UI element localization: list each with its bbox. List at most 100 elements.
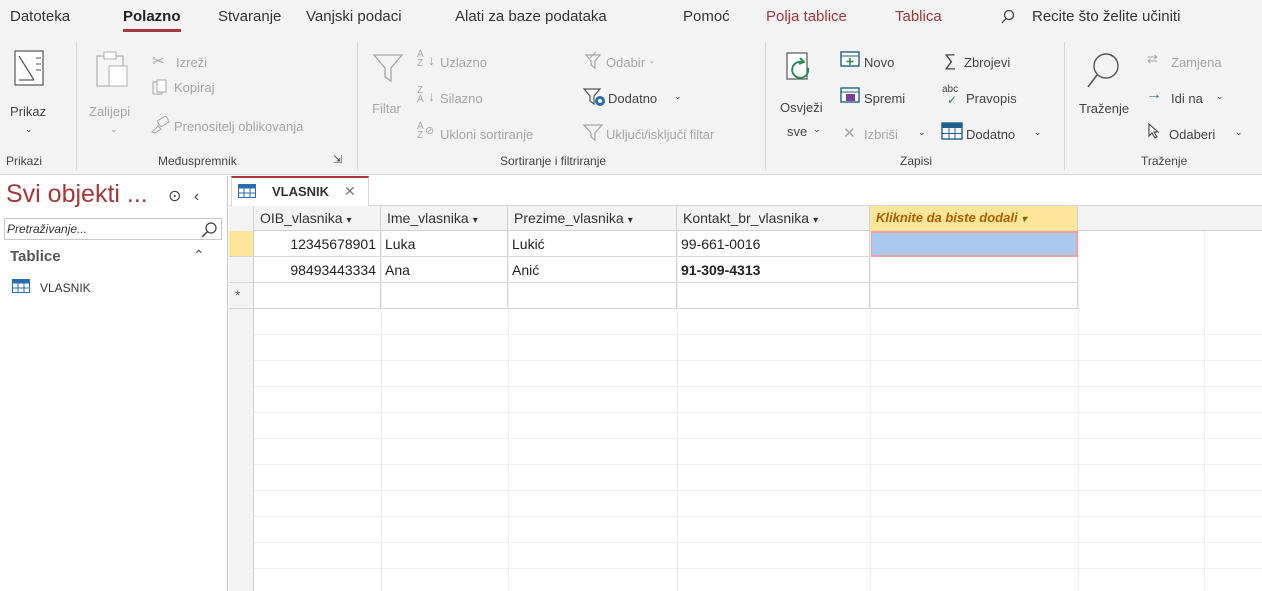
grid-line (254, 386, 1262, 387)
selection-filter-icon (584, 51, 602, 70)
tab-home[interactable]: Polazno (123, 8, 181, 32)
nav-pane-title[interactable]: Svi objekti ... (6, 180, 148, 209)
new-cell[interactable] (870, 283, 1078, 309)
cell-kontakt[interactable]: 99-661-0016 (677, 231, 870, 257)
sigma-icon: ∑ (944, 51, 957, 70)
cell-add-new[interactable] (870, 257, 1078, 283)
table-row: 98493443334 Ana Anić 91-309-4313 (229, 257, 1262, 283)
nav-group-tables[interactable]: Tablice (10, 248, 61, 265)
new-cell[interactable] (677, 283, 870, 309)
descending-label: Silazno (440, 91, 483, 106)
cell-add-new-selected[interactable] (870, 231, 1078, 257)
chevron-down-circle-icon[interactable]: ⊙ (168, 188, 181, 205)
tab-title: VLASNIK (272, 184, 330, 199)
new-cell[interactable] (254, 283, 381, 309)
chevron-down-icon: ⌄ (110, 124, 118, 134)
separator (765, 42, 766, 170)
new-cell[interactable] (381, 283, 508, 309)
sort-ascending-icon: AZ (417, 49, 424, 69)
new-label: Novo (864, 55, 895, 70)
tab-table-fields[interactable]: Polja tablice (766, 8, 847, 25)
chevron-down-icon: ⌄ (813, 124, 821, 134)
cell-ime[interactable]: Luka (381, 231, 508, 257)
new-record-marker[interactable]: * (229, 283, 254, 309)
column-header-prezime[interactable]: Prezime_vlasnika ▾ (508, 206, 677, 231)
cell-ime[interactable]: Ana (381, 257, 508, 283)
scissors-icon: ✂ (152, 53, 165, 70)
arrow-down-icon: ↓ (428, 52, 435, 68)
select-all-corner[interactable] (229, 206, 254, 231)
dropdown-arrow-icon[interactable]: ▾ (346, 215, 351, 226)
collapse-left-icon[interactable]: ‹ (194, 188, 199, 205)
spelling-label: Pravopis (966, 91, 1017, 106)
sort-filter-group-label: Sortiranje i filtriranje (500, 154, 607, 168)
save-icon (840, 87, 860, 103)
new-record-row: * (229, 283, 1262, 309)
dropdown-arrow-icon[interactable]: ▾ (813, 215, 818, 226)
more-label: Dodatno (966, 127, 1016, 142)
tab-file[interactable]: Datoteka (10, 8, 70, 25)
cut-label: Izreži (176, 55, 208, 70)
tab-vlasnik[interactable]: VLASNIK ✕ (231, 176, 369, 206)
tab-table[interactable]: Tablica (895, 8, 942, 25)
new-cell[interactable] (508, 283, 677, 309)
chevron-down-icon: ⌄ (674, 91, 682, 101)
navigation-pane: Svi objekti ... ⊙ ‹ Pretraživanje... Tab… (0, 176, 228, 591)
dropdown-arrow-icon[interactable]: ▾ (628, 215, 633, 226)
nav-search-input[interactable]: Pretraživanje... (7, 222, 87, 236)
eraser-icon: ⊘ (425, 125, 435, 137)
nav-search-box[interactable]: Pretraživanje... (4, 218, 222, 240)
toggle-filter-label: Uključi/isključi filtar (606, 127, 715, 142)
dropdown-arrow-icon[interactable]: ▾ (473, 215, 478, 226)
arrow-down-icon: ↓ (428, 88, 435, 104)
funnel-icon (372, 54, 404, 83)
paste-label: Zalijepi (89, 104, 131, 119)
column-header-ime[interactable]: Ime_vlasnika ▾ (381, 206, 508, 231)
nav-item-vlasnik[interactable]: VLASNIK (12, 276, 212, 298)
column-header-label: Kliknite da biste dodali (876, 210, 1018, 225)
search-icon[interactable] (200, 221, 218, 239)
column-header-add-new[interactable]: Kliknite da biste dodali ▾ (870, 206, 1078, 231)
tell-me-box[interactable]: Recite što želite učiniti (1000, 8, 1180, 25)
arrow-right-icon: → (1146, 86, 1162, 103)
find-label: Traženje (1079, 101, 1130, 116)
ascending-label: Uzlazno (440, 55, 487, 70)
cell-kontakt[interactable]: 91-309-4313 (677, 257, 870, 283)
column-header-oib[interactable]: OIB_vlasnika ▾ (254, 206, 381, 231)
dialog-launcher-icon[interactable]: ⇲ (333, 153, 342, 166)
copy-icon (152, 79, 167, 95)
clear-sort-icon: AZ (417, 121, 424, 141)
record-selector[interactable] (229, 231, 254, 257)
grid-line (254, 360, 1262, 361)
nav-pane-controls: ⊙ ‹ (168, 186, 199, 206)
view-label: Prikaz (10, 104, 47, 119)
tab-create[interactable]: Stvaranje (218, 8, 281, 25)
ribbon: Prikaz ⌄ Prikazi Zalijepi ⌄ ✂ Izreži Kop… (0, 36, 1262, 175)
advanced-label: Dodatno (608, 91, 658, 106)
cell-prezime[interactable]: Lukić (508, 231, 677, 257)
refresh-label-line1: Osvježi (780, 100, 823, 115)
column-header-row: OIB_vlasnika ▾ Ime_vlasnika ▾ Prezime_vlas… (229, 206, 1262, 231)
close-icon[interactable]: ✕ (344, 183, 356, 200)
find-group-label: Traženje (1141, 154, 1188, 168)
tab-database-tools[interactable]: Alati za baze podataka (455, 8, 607, 25)
chevron-up-icon[interactable]: ⌃ (193, 247, 205, 264)
column-header-label: Kontakt_br_vlasnika (683, 210, 810, 226)
tab-external-data[interactable]: Vanjski podaci (306, 8, 402, 25)
filter-label: Filtar (372, 101, 401, 116)
replace-label: Zamjena (1171, 55, 1222, 70)
tab-help[interactable]: Pomoć (683, 8, 730, 25)
grid-line (381, 231, 382, 591)
column-header-kontakt[interactable]: Kontakt_br_vlasnika ▾ (677, 206, 870, 231)
views-group-label: Prikazi (6, 154, 43, 168)
table-icon (238, 184, 256, 198)
grid-line (254, 334, 1262, 335)
format-painter-label: Prenositelj oblikovanja (174, 119, 304, 134)
cell-prezime[interactable]: Anić (508, 257, 677, 283)
record-selector[interactable] (229, 257, 254, 283)
cell-oib[interactable]: 98493443334 (254, 257, 381, 283)
dropdown-arrow-icon[interactable]: ▾ (1022, 214, 1027, 225)
cell-oib[interactable]: 12345678901 (254, 231, 381, 257)
grid-line (508, 231, 509, 591)
grid-line (254, 542, 1262, 543)
